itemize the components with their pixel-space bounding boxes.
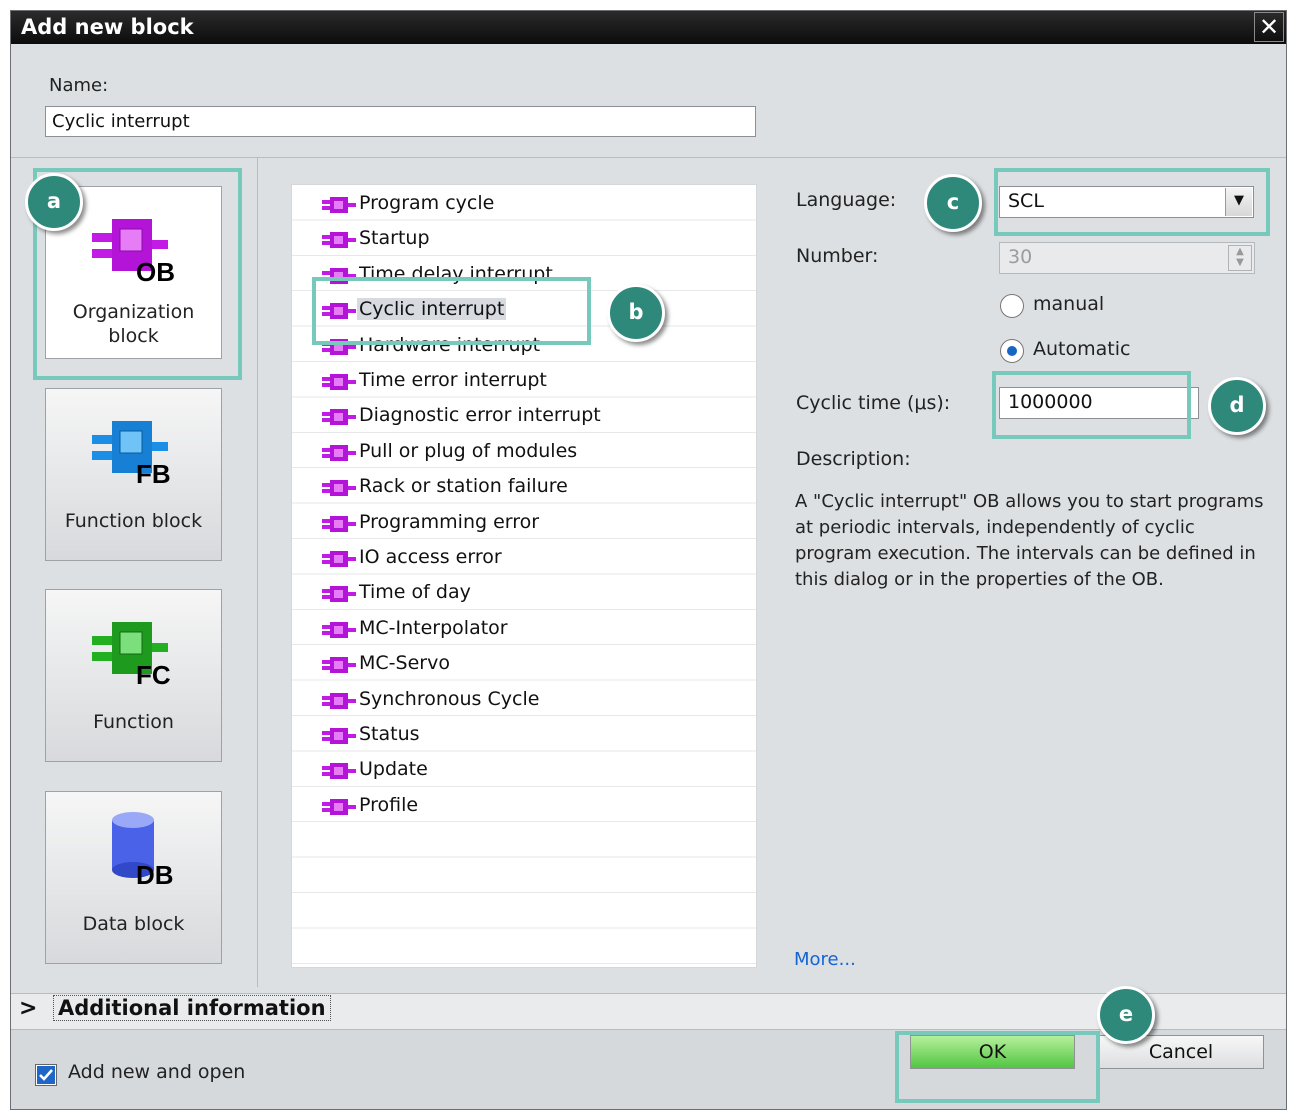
add-new-and-open-checkbox[interactable] xyxy=(35,1064,57,1086)
radio-manual[interactable] xyxy=(1000,294,1024,318)
close-icon: ✕ xyxy=(1258,13,1280,41)
list-item-label: MC-Servo xyxy=(359,652,450,675)
ob-block-icon xyxy=(322,374,356,390)
add-new-and-open-label: Add new and open xyxy=(68,1061,246,1083)
function-button[interactable]: FC Function xyxy=(45,589,222,762)
list-item-label: IO access error xyxy=(359,546,502,568)
description-text: A "Cyclic interrupt" OB allows you to st… xyxy=(795,491,1264,590)
ob-block-icon xyxy=(322,798,356,815)
callout-d-highlight xyxy=(992,371,1191,439)
close-button[interactable]: ✕ xyxy=(1254,12,1284,42)
fc-block-icon: FC xyxy=(92,622,171,686)
cyclic-time-label: Cyclic time (μs): xyxy=(796,392,951,414)
function-block-label: Function block xyxy=(64,510,203,532)
additional-information-bar[interactable]: > Additional information xyxy=(11,993,1286,1030)
list-item-label: Startup xyxy=(359,227,430,250)
title-bar: Add new block ✕ xyxy=(11,11,1286,44)
add-new-block-dialog: Add new block ✕ Name: Cyclic interrupt O… xyxy=(10,10,1287,1110)
additional-information-label[interactable]: Additional information xyxy=(53,995,331,1021)
ob-block-icon xyxy=(322,763,356,780)
list-item-label: MC-Interpolator xyxy=(359,616,508,639)
svg-text:DB: DB xyxy=(136,860,174,886)
list-item-label: Time error interrupt xyxy=(359,369,547,391)
callout-badge-e: e xyxy=(1097,986,1155,1044)
callout-badge-c: c xyxy=(924,174,982,232)
list-item-label: Profile xyxy=(359,793,419,816)
callout-badge-d: d xyxy=(1208,377,1266,435)
ob-block-icon xyxy=(322,409,356,426)
callout-b-highlight xyxy=(312,277,591,345)
number-value: 30 xyxy=(1008,246,1033,268)
number-spinner: 30 ▲ ▼ xyxy=(999,242,1255,274)
divider xyxy=(11,157,1286,158)
checkmark-icon xyxy=(37,1066,55,1084)
radio-automatic-label: Automatic xyxy=(1033,338,1131,360)
function-block-button[interactable]: FB Function block xyxy=(45,388,222,561)
number-label: Number: xyxy=(796,245,879,267)
list-item-label: Programming error xyxy=(359,510,540,533)
ob-block-icon xyxy=(322,551,356,567)
dialog-title: Add new block xyxy=(21,15,194,39)
db-cylinder-icon: DB xyxy=(112,812,174,886)
callout-badge-a: a xyxy=(25,173,83,231)
divider xyxy=(257,157,258,987)
spinner-arrows-icon: ▲ ▼ xyxy=(1228,245,1252,271)
ob-block-icon xyxy=(322,621,356,638)
function-label: Function xyxy=(93,711,174,733)
ob-block-icon xyxy=(322,232,356,249)
list-item-label: Rack or station failure xyxy=(359,475,568,498)
radio-manual-label: manual xyxy=(1033,293,1105,315)
expand-arrow-icon[interactable]: > xyxy=(19,996,37,1021)
list-item-label: Time of day xyxy=(359,581,471,604)
radio-selected-dot xyxy=(1007,346,1017,356)
list-item-label: Diagnostic error interrupt xyxy=(359,404,601,427)
callout-e-highlight xyxy=(895,1031,1100,1103)
ob-block-icon xyxy=(322,480,356,497)
name-input[interactable]: Cyclic interrupt xyxy=(45,106,756,137)
ob-block-icon xyxy=(322,197,356,213)
fb-block-icon: FB xyxy=(92,421,171,485)
list-item-label: Synchronous Cycle xyxy=(359,687,540,710)
more-link[interactable]: More... xyxy=(794,949,856,970)
data-block-label: Data block xyxy=(82,913,185,935)
ob-block-icon xyxy=(322,515,356,532)
svg-text:FB: FB xyxy=(136,459,171,485)
list-item-label: Status xyxy=(359,723,420,745)
ob-block-icon xyxy=(322,728,356,744)
list-item-label: Pull or plug of modules xyxy=(359,439,578,462)
ob-block-icon xyxy=(322,657,356,674)
radio-automatic[interactable] xyxy=(1000,339,1024,363)
ob-block-icon xyxy=(322,444,356,461)
svg-text:FC: FC xyxy=(136,660,171,686)
name-label: Name: xyxy=(49,75,109,96)
callout-c-highlight xyxy=(994,168,1270,236)
ob-block-icon xyxy=(322,692,356,709)
callout-badge-b: b xyxy=(607,284,665,342)
list-item-label: Update xyxy=(359,758,428,781)
description-label: Description: xyxy=(796,448,911,470)
ob-block-icon xyxy=(322,586,356,603)
list-item-label: Program cycle xyxy=(359,192,495,214)
language-label: Language: xyxy=(796,189,897,211)
data-block-button[interactable]: DB Data block xyxy=(45,791,222,964)
